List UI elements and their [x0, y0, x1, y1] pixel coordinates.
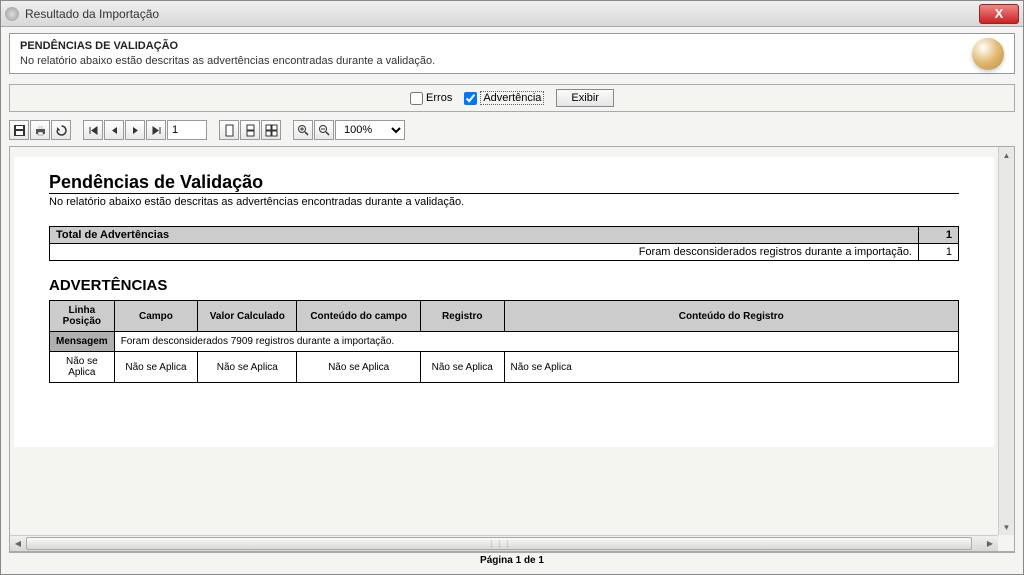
table-row: Foram desconsiderados registros durante …: [50, 244, 959, 261]
report-page: Pendências de Validação No relatório aba…: [14, 157, 994, 447]
multi-page-button[interactable]: [261, 120, 281, 140]
window-title: Resultado da Importação: [25, 7, 979, 21]
cell-linha: Não se Aplica: [50, 352, 115, 383]
print-button[interactable]: [30, 120, 50, 140]
summary-total-value: 1: [919, 227, 959, 244]
save-button[interactable]: [9, 120, 29, 140]
table-row: Não se Aplica Não se Aplica Não se Aplic…: [50, 352, 959, 383]
logo-icon: [972, 38, 1004, 70]
warnings-table: Linha Posição Campo Valor Calculado Cont…: [49, 300, 959, 383]
errors-label: Erros: [426, 92, 452, 104]
page-number-input[interactable]: [167, 120, 207, 140]
app-icon: [5, 7, 19, 21]
single-page-button[interactable]: [219, 120, 239, 140]
toolbar: 100%: [9, 118, 1015, 142]
window: Resultado da Importação X PENDÊNCIAS DE …: [0, 0, 1024, 575]
section-title: ADVERTÊNCIAS: [49, 277, 959, 294]
cell-registro: Não se Aplica: [420, 352, 504, 383]
summary-note-label: Foram desconsiderados registros durante …: [50, 244, 919, 261]
report-scroll[interactable]: Pendências de Validação No relatório aba…: [10, 147, 998, 535]
table-row: Mensagem Foram desconsiderados 7909 regi…: [50, 332, 959, 352]
scroll-left-icon[interactable]: ◀: [10, 536, 26, 551]
next-page-button[interactable]: [125, 120, 145, 140]
col-conteudo-registro: Conteúdo do Registro: [504, 301, 959, 332]
col-linha: Linha Posição: [50, 301, 115, 332]
content-area: PENDÊNCIAS DE VALIDAÇÃO No relatório aba…: [1, 27, 1023, 574]
col-registro: Registro: [420, 301, 504, 332]
refresh-button[interactable]: [51, 120, 71, 140]
footer-bar: Página 1 de 1: [9, 552, 1015, 568]
cell-conteudo-campo: Não se Aplica: [297, 352, 421, 383]
close-button[interactable]: X: [979, 4, 1019, 24]
cell-valor: Não se Aplica: [198, 352, 297, 383]
scroll-track[interactable]: ⋮⋮⋮: [26, 536, 982, 551]
page-indicator: Página 1 de 1: [480, 555, 544, 566]
titlebar[interactable]: Resultado da Importação X: [1, 1, 1023, 27]
zoom-in-button[interactable]: [293, 120, 313, 140]
message-content: Foram desconsiderados 7909 registros dur…: [114, 332, 958, 352]
summary-total-label: Total de Advertências: [50, 227, 919, 244]
table-row: Total de Advertências 1: [50, 227, 959, 244]
scroll-down-icon[interactable]: ▼: [999, 519, 1014, 535]
last-page-button[interactable]: [146, 120, 166, 140]
zoom-select[interactable]: 100%: [335, 120, 405, 140]
warnings-checkbox[interactable]: [464, 92, 477, 105]
header-subtitle: No relatório abaixo estão descritas as a…: [20, 55, 1004, 67]
filter-bar: Erros Advertência Exibir: [9, 84, 1015, 112]
report-subtitle: No relatório abaixo estão descritas as a…: [49, 196, 959, 208]
first-page-button[interactable]: [83, 120, 103, 140]
scroll-thumb[interactable]: ⋮⋮⋮: [26, 537, 972, 550]
header-panel: PENDÊNCIAS DE VALIDAÇÃO No relatório aba…: [9, 33, 1015, 74]
summary-note-value: 1: [919, 244, 959, 261]
prev-page-button[interactable]: [104, 120, 124, 140]
warnings-checkbox-group[interactable]: Advertência: [464, 91, 544, 105]
vertical-scrollbar[interactable]: ▲ ▼: [998, 147, 1014, 535]
report-title: Pendências de Validação: [49, 172, 959, 194]
col-conteudo-campo: Conteúdo do campo: [297, 301, 421, 332]
errors-checkbox[interactable]: [410, 92, 423, 105]
horizontal-scrollbar[interactable]: ◀ ⋮⋮⋮ ▶: [10, 535, 998, 551]
cell-campo: Não se Aplica: [114, 352, 198, 383]
col-campo: Campo: [114, 301, 198, 332]
warnings-label: Advertência: [480, 91, 544, 105]
continuous-page-button[interactable]: [240, 120, 260, 140]
show-button[interactable]: Exibir: [556, 89, 614, 107]
scroll-up-icon[interactable]: ▲: [999, 147, 1014, 163]
scroll-grip-icon: ⋮⋮⋮: [487, 539, 511, 548]
report-viewport: Pendências de Validação No relatório aba…: [9, 146, 1015, 552]
cell-conteudo-registro: Não se Aplica: [504, 352, 959, 383]
header-title: PENDÊNCIAS DE VALIDAÇÃO: [20, 40, 1004, 52]
zoom-out-button[interactable]: [314, 120, 334, 140]
scroll-right-icon[interactable]: ▶: [982, 536, 998, 551]
summary-table: Total de Advertências 1 Foram desconside…: [49, 226, 959, 261]
table-header-row: Linha Posição Campo Valor Calculado Cont…: [50, 301, 959, 332]
errors-checkbox-group[interactable]: Erros: [410, 92, 452, 105]
message-label: Mensagem: [50, 332, 115, 352]
col-valor: Valor Calculado: [198, 301, 297, 332]
